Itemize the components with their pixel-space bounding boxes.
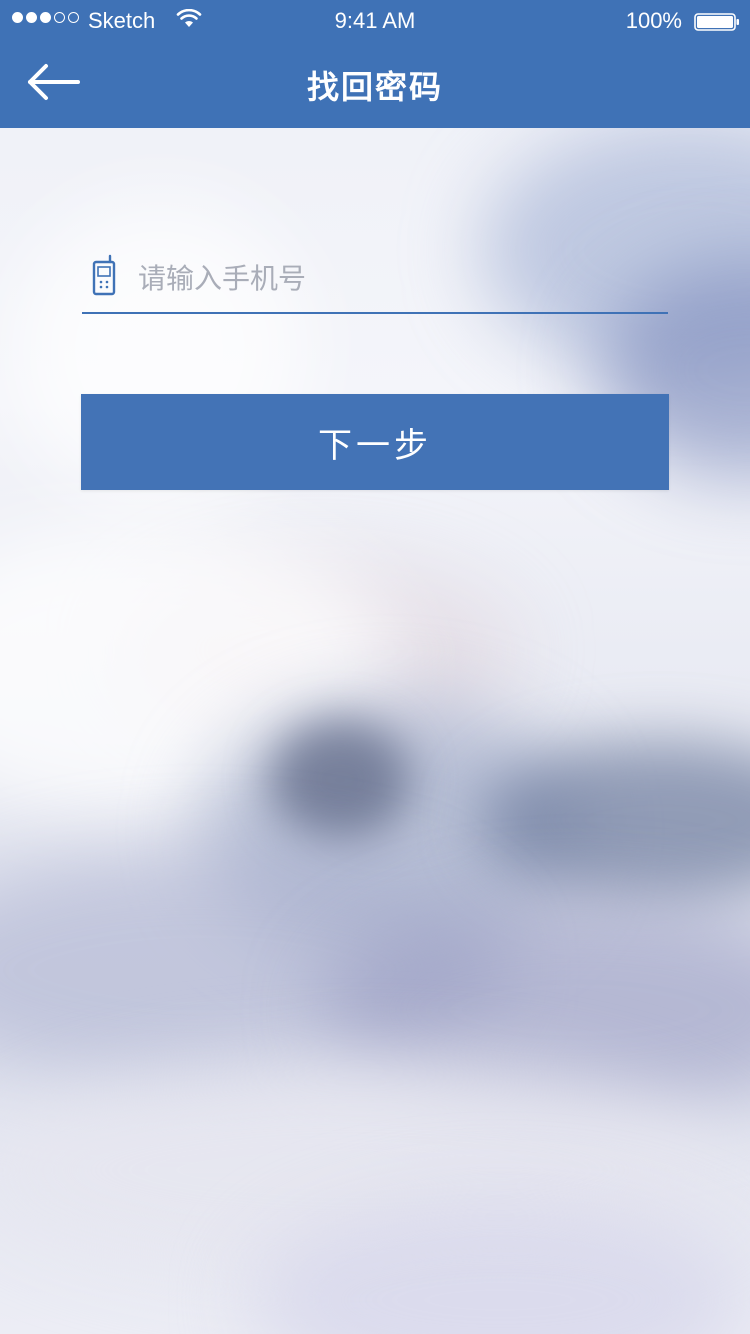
status-bar: Sketch 9:41 AM 100% xyxy=(0,0,750,40)
phone-number-input[interactable] xyxy=(138,252,658,304)
phone-number-field[interactable] xyxy=(82,248,668,314)
find-password-screen: Sketch 9:41 AM 100% 找回密码 请输入手机号 下一步 xyxy=(0,0,750,1334)
battery-icon xyxy=(694,11,740,31)
page-title: 找回密码 xyxy=(306,68,443,106)
next-step-button[interactable]: 下一步 xyxy=(81,394,669,490)
cloudy-sky-background xyxy=(0,0,750,1334)
mobile-phone-icon xyxy=(92,254,118,296)
battery-percentage: 100% xyxy=(625,8,682,33)
navigation-bar: 找回密码 xyxy=(0,40,750,128)
